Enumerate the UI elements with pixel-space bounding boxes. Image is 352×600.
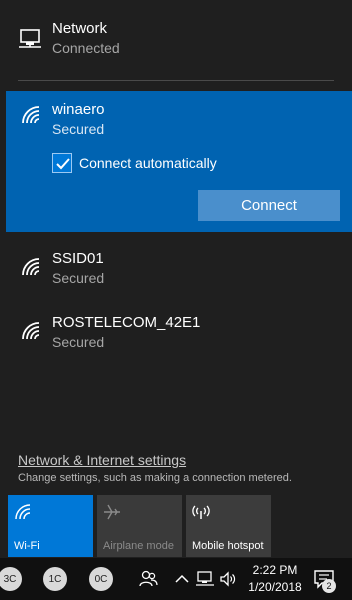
wired-network-name: Network [52,20,108,37]
ethernet-icon [19,29,41,48]
network-settings-link[interactable]: Network & Internet settings [18,452,338,468]
wifi-signal-icon [22,258,40,276]
wired-network-status: Connected [52,40,120,56]
wifi-network-security: Secured [52,270,105,286]
mobile-hotspot-tile-label: Mobile hotspot [192,540,264,552]
airplane-mode-tile-label: Airplane mode [103,540,174,552]
wifi-network-item[interactable]: ROSTELECOM_42E1 Secured [0,304,352,362]
taskbar-badge[interactable]: 0C [89,567,113,591]
wifi-signal-icon [22,322,40,340]
wifi-tile-label: Wi-Fi [14,540,40,552]
taskbar-badge[interactable]: 3C [0,567,22,591]
clock-time: 2:22 PM [252,563,298,577]
taskbar-clock[interactable]: 2:22 PM 1/20/2018 [246,563,304,594]
wifi-network-item[interactable]: SSID01 Secured [0,240,352,298]
wifi-signal-icon [22,106,40,124]
taskbar-badge[interactable]: 1C [43,567,67,591]
taskbar: 3C 1C 0C 2:22 PM 1/20/2018 2 [0,558,352,600]
network-flyout: Network Connected winaero Secured Connec… [0,0,352,558]
volume-icon[interactable] [218,569,238,589]
mobile-hotspot-tile[interactable]: Mobile hotspot [186,495,271,557]
wired-network-item[interactable]: Network Connected [0,0,352,80]
notification-count-badge: 2 [322,579,336,593]
network-settings-section: Network & Internet settings Change setti… [18,452,338,484]
airplane-icon [104,504,120,520]
connect-automatically-checkbox[interactable] [52,153,72,173]
people-icon[interactable] [138,569,158,589]
airplane-mode-tile[interactable]: Airplane mode [97,495,182,557]
network-icon[interactable] [195,569,215,589]
chevron-up-icon[interactable] [172,569,192,589]
divider [18,80,334,81]
wifi-network-ssid: winaero [52,101,105,118]
wifi-network-security: Secured [52,334,105,350]
quick-action-tiles: Wi-Fi Airplane mode Mobile hotspot [8,495,271,557]
wifi-tile[interactable]: Wi-Fi [8,495,93,557]
network-settings-description: Change settings, such as making a connec… [18,472,292,484]
hotspot-icon [192,505,210,519]
connect-automatically-label[interactable]: Connect automatically [79,155,217,171]
wifi-network-security: Secured [52,121,105,137]
checkmark-icon [56,158,70,170]
clock-date: 1/20/2018 [248,580,302,594]
wifi-network-selected[interactable]: winaero Secured Connect automatically Co… [6,91,352,232]
wifi-icon [15,504,31,520]
wifi-network-ssid: ROSTELECOM_42E1 [52,314,201,331]
connect-button[interactable]: Connect [198,190,340,221]
wifi-network-ssid: SSID01 [52,250,104,267]
